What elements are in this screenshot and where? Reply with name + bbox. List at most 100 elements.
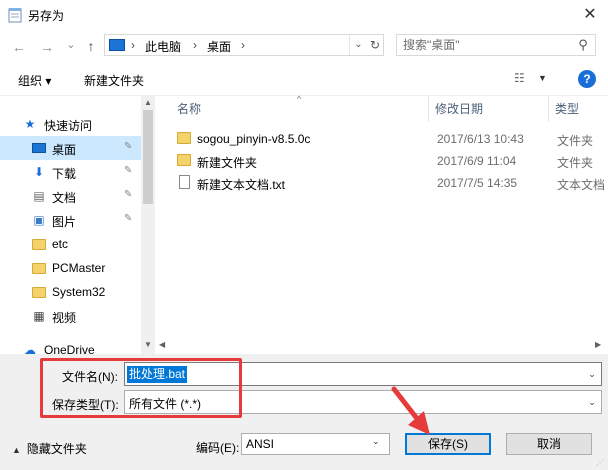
breadcrumb-separator[interactable]: › [131,38,135,52]
file-list: 名称 ^ 修改日期 类型 sogou_pinyin-v8.5.0c 2017/6… [155,94,608,354]
file-type: 文件夹 [557,134,594,148]
star-icon: ★ [24,117,36,131]
sidebar-item-label: 快速访问 [44,119,93,133]
file-row[interactable]: 新建文本文档.txt 2017/7/5 14:35 文本文档 [171,172,608,194]
sidebar-item-label: 文档 [52,191,77,205]
file-type: 文本文档 [557,178,606,192]
file-list-hscrollbar[interactable]: ◀ ▶ [155,336,608,354]
folder-icon [177,132,191,144]
file-date: 2017/7/5 14:35 [437,176,518,190]
sidebar-item-label: System32 [52,285,106,299]
breadcrumb-this-pc[interactable]: 此电脑 [145,38,181,55]
scrollbar-thumb[interactable] [143,110,153,204]
computer-icon [109,39,125,51]
filename-dropdown-icon[interactable]: ⌄ [583,365,601,383]
forward-arrow-icon[interactable]: → [38,38,56,56]
folder-icon [177,154,191,166]
picture-icon: ▣ [33,213,45,227]
sidebar-item-onedrive[interactable]: ☁ OneDrive [0,338,141,354]
breadcrumb-separator[interactable]: › [193,38,197,52]
encoding-select[interactable]: ANSI ⌄ [241,433,390,455]
sidebar-item-label: 桌面 [52,143,77,157]
video-icon: ▦ [33,309,45,323]
sidebar-item-downloads[interactable]: ⬇ 下载 ✎ [0,160,141,184]
folder-icon [31,284,47,300]
view-options-icon[interactable]: ☷ [514,71,532,87]
encoding-value: ANSI [246,437,275,451]
navigation-pane: ★ 快速访问 桌面 ✎ ⬇ 下载 ✎ ▤ 文档 ✎ ▣ 图片 ✎ etc PCM… [0,96,155,354]
sidebar-item-pictures[interactable]: ▣ 图片 ✎ [0,208,141,232]
filetype-dropdown-icon[interactable]: ⌄ [583,393,601,411]
sidebar-item-label: OneDrive [44,343,95,354]
help-icon[interactable]: ? [578,70,596,88]
pin-icon[interactable]: ✎ [124,141,132,152]
encoding-label: 编码(E): [196,441,240,455]
sort-ascending-icon: ^ [297,94,302,104]
toolbar: 组织 ▾ 新建文件夹 ☷ ▼ ? [0,62,608,96]
file-name: sogou_pinyin-v8.5.0c [197,132,311,146]
download-icon: ⬇ [33,165,45,179]
sidebar-item-etc[interactable]: etc [0,232,141,256]
search-icon[interactable]: ⚲ [575,37,591,53]
title-bar: 另存为 ✕ [0,0,608,30]
resize-grip-icon[interactable]: ⋰ [596,458,604,467]
desktop-icon [31,140,47,156]
highlight-box [40,358,242,418]
scroll-left-icon[interactable]: ◀ [159,340,165,349]
window-title: 另存为 [28,9,65,23]
sidebar-item-desktop[interactable]: 桌面 ✎ [0,136,141,160]
scroll-right-icon[interactable]: ▶ [595,340,601,349]
encoding-dropdown-icon[interactable]: ⌄ [372,436,380,447]
sidebar-item-label: 下载 [52,167,77,181]
file-name: 新建文件夹 [197,156,258,170]
sidebar-item-label: PCMaster [52,261,106,275]
refresh-icon[interactable]: ↻ [367,35,383,55]
up-arrow-icon[interactable]: ↑ [82,37,100,55]
sidebar-item-quick-access[interactable]: ★ 快速访问 [0,112,141,136]
file-name: 新建文本文档.txt [197,178,286,192]
sidebar-item-label: 视频 [52,311,77,325]
scroll-down-icon[interactable]: ▼ [141,338,155,352]
sidebar-item-documents[interactable]: ▤ 文档 ✎ [0,184,141,208]
address-bar[interactable]: › 此电脑 › 桌面 › ⌄ ↻ [104,34,384,56]
pin-icon[interactable]: ✎ [124,213,132,224]
sidebar-item-label: 图片 [52,215,77,229]
sidebar-item-system32[interactable]: System32 [0,280,141,304]
new-folder-button[interactable]: 新建文件夹 [84,72,144,89]
scroll-up-icon[interactable]: ▲ [141,96,155,110]
sidebar-scrollbar[interactable]: ▲ ▼ [141,96,155,354]
folder-icon [31,260,47,276]
cancel-button[interactable]: 取消 [506,433,592,455]
file-date: 2017/6/13 10:43 [437,132,524,146]
annotation-arrow-icon [391,386,430,435]
recent-locations-icon[interactable]: ⌄ [62,36,80,54]
file-type: 文件夹 [557,156,594,170]
sidebar-item-pcmaster[interactable]: PCMaster [0,256,141,280]
notepad-icon [8,8,22,23]
search-box[interactable]: ⚲ [396,34,596,56]
file-date: 2017/6/9 11:04 [437,154,517,168]
sidebar-item-label: etc [52,237,69,251]
organize-button[interactable]: 组织 ▾ [18,72,51,89]
pin-icon[interactable]: ✎ [124,165,132,176]
search-input[interactable] [397,35,573,55]
file-row[interactable]: 新建文件夹 2017/6/9 11:04 文件夹 [171,150,608,172]
file-row[interactable]: sogou_pinyin-v8.5.0c 2017/6/13 10:43 文件夹 [171,128,608,150]
hide-folders-toggle[interactable]: ▲ 隐藏文件夹 [12,440,87,457]
folder-icon [31,236,47,252]
cloud-icon: ☁ [24,343,36,354]
document-icon: ▤ [33,189,45,203]
breadcrumb-desktop[interactable]: 桌面 [207,38,231,55]
back-arrow-icon[interactable]: ← [10,38,28,56]
text-file-icon [179,175,190,189]
pin-icon[interactable]: ✎ [124,189,132,200]
close-icon[interactable]: ✕ [578,4,602,26]
sidebar-item-videos[interactable]: ▦ 视频 [0,304,141,328]
hide-folders-label: 隐藏文件夹 [26,442,87,456]
view-dropdown-icon[interactable]: ▼ [538,73,547,83]
address-dropdown-icon[interactable]: ⌄ [349,35,367,55]
column-header-type[interactable]: 类型 [549,96,608,122]
chevron-up-icon: ▲ [12,445,21,455]
column-header-date[interactable]: 修改日期 [429,96,549,122]
breadcrumb-separator[interactable]: › [241,38,245,52]
